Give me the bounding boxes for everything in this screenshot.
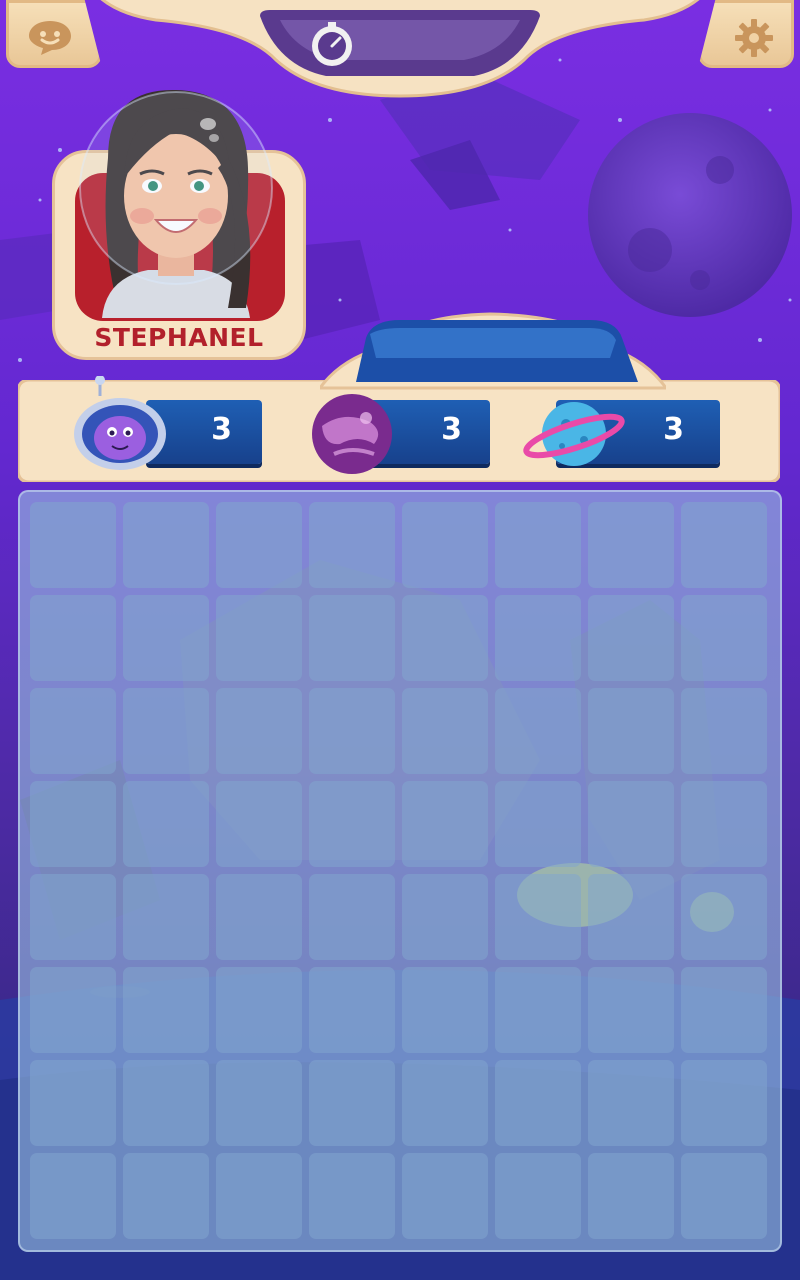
board-cell[interactable] (588, 688, 674, 774)
board-cell[interactable] (309, 874, 395, 960)
counter-ringed-planets: 3 (522, 400, 722, 466)
board-cell[interactable] (588, 1060, 674, 1146)
board-cell[interactable] (216, 688, 302, 774)
board-cell[interactable] (495, 874, 581, 960)
board-cell[interactable] (123, 1060, 209, 1146)
board-cell[interactable] (123, 781, 209, 867)
ringed-planet-count: 3 (663, 412, 684, 447)
board-cell[interactable] (216, 967, 302, 1053)
gear-icon (735, 19, 773, 57)
board-cell[interactable] (402, 967, 488, 1053)
board-cell[interactable] (123, 874, 209, 960)
game-board[interactable] (18, 490, 782, 1252)
board-cell[interactable] (216, 595, 302, 681)
board-cell[interactable] (402, 874, 488, 960)
board-cell[interactable] (402, 595, 488, 681)
board-cell[interactable] (216, 781, 302, 867)
board-cell[interactable] (30, 967, 116, 1053)
board-cell[interactable] (495, 1153, 581, 1239)
board-cell[interactable] (216, 874, 302, 960)
board-cell[interactable] (309, 967, 395, 1053)
board-cell[interactable] (495, 967, 581, 1053)
board-cell[interactable] (216, 1060, 302, 1146)
moon (588, 113, 792, 317)
board-cell[interactable] (216, 1153, 302, 1239)
board-cell[interactable] (30, 595, 116, 681)
board-cell[interactable] (30, 688, 116, 774)
board-cell[interactable] (309, 1060, 395, 1146)
ringed-planet-icon (523, 402, 625, 466)
counter-robots: 3 (70, 376, 270, 470)
board-cell[interactable] (681, 874, 767, 960)
board-cell[interactable] (216, 502, 302, 588)
board-cell[interactable] (309, 1153, 395, 1239)
board-cell[interactable] (495, 595, 581, 681)
board-cell[interactable] (402, 502, 488, 588)
board-cell[interactable] (123, 688, 209, 774)
board-cell[interactable] (588, 874, 674, 960)
board-cell[interactable] (681, 502, 767, 588)
board-cell[interactable] (30, 502, 116, 588)
robot-astronaut-icon (74, 376, 166, 470)
robot-count: 3 (211, 412, 232, 447)
board-cell[interactable] (588, 781, 674, 867)
board-cell[interactable] (402, 1060, 488, 1146)
purple-planet-count: 3 (441, 412, 462, 447)
board-cell[interactable] (681, 1060, 767, 1146)
board-cell[interactable] (495, 502, 581, 588)
board-cell[interactable] (681, 1153, 767, 1239)
board-cell[interactable] (402, 1153, 488, 1239)
board-cell[interactable] (123, 595, 209, 681)
board-cell[interactable] (123, 502, 209, 588)
board-cell[interactable] (30, 1060, 116, 1146)
next-piece-slot (320, 312, 666, 390)
board-cell[interactable] (402, 688, 488, 774)
board-cell[interactable] (495, 781, 581, 867)
board-cell[interactable] (681, 967, 767, 1053)
board-cell[interactable] (309, 781, 395, 867)
board-cell[interactable] (495, 1060, 581, 1146)
board-cell[interactable] (123, 1153, 209, 1239)
counter-purple-planets: 3 (300, 394, 500, 474)
board-cell[interactable] (588, 1153, 674, 1239)
board-cell[interactable] (123, 967, 209, 1053)
purple-planet-icon (312, 394, 392, 474)
board-cell[interactable] (309, 595, 395, 681)
board-cell[interactable] (402, 781, 488, 867)
board-cell[interactable] (681, 781, 767, 867)
board-cell[interactable] (495, 688, 581, 774)
board-cell[interactable] (588, 595, 674, 681)
board-cell[interactable] (30, 781, 116, 867)
board-cell[interactable] (681, 595, 767, 681)
board-cell[interactable] (309, 688, 395, 774)
player-name: STEPHANEL (94, 323, 264, 352)
avatar[interactable] (78, 78, 274, 318)
board-cell[interactable] (309, 502, 395, 588)
board-cell[interactable] (30, 874, 116, 960)
board-cell[interactable] (588, 502, 674, 588)
board-cell[interactable] (681, 688, 767, 774)
chat-bubble-icon (29, 21, 71, 55)
board-cell[interactable] (30, 1153, 116, 1239)
board-cell[interactable] (588, 967, 674, 1053)
